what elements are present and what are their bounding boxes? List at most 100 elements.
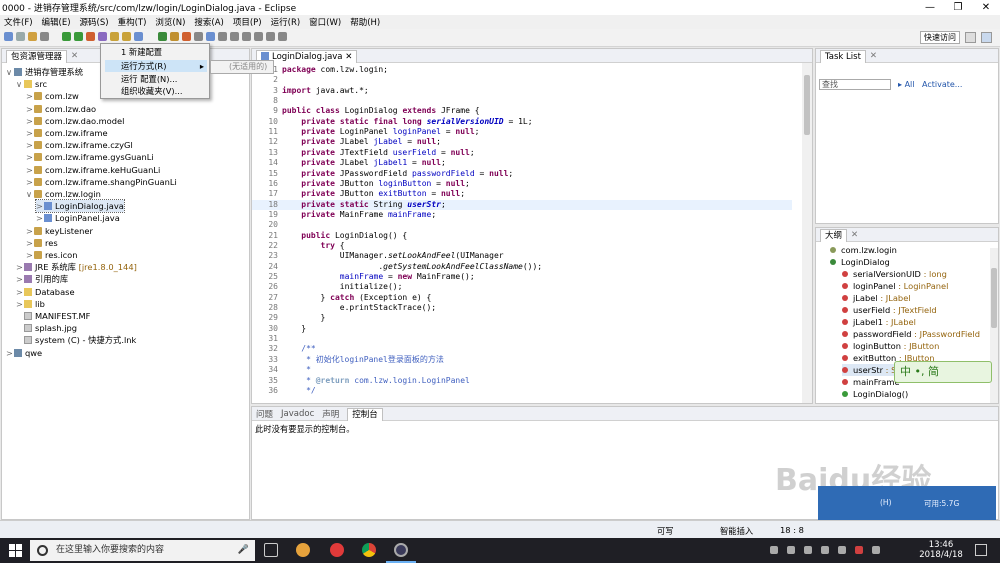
tree-item[interactable]: > com.lzw.dao.model [26, 115, 124, 127]
eclipse-icon[interactable] [394, 543, 408, 557]
expand-toggle-icon[interactable]: > [26, 127, 34, 139]
menu-item-new-config[interactable]: 1 新建配置 [105, 46, 207, 58]
toolbar-button-icon[interactable] [278, 32, 287, 41]
task-view-icon[interactable] [264, 543, 278, 557]
expand-toggle-icon[interactable]: > [26, 164, 34, 176]
outline-item[interactable]: serialVersionUID : long [842, 268, 947, 280]
all-link[interactable]: ▸ All [898, 80, 914, 89]
outline-item[interactable]: LoginDialog [830, 256, 890, 268]
outline-item[interactable]: LoginDialog() [842, 388, 908, 400]
editor-scrollbar[interactable] [802, 63, 812, 403]
tree-item[interactable]: ∨ com.lzw.login [26, 188, 101, 200]
tree-item[interactable]: > res.icon [26, 249, 78, 261]
clock[interactable]: 13:46 2018/4/18 [917, 540, 965, 560]
tab-package-explorer[interactable]: 包资源管理器 [6, 49, 68, 63]
tree-item[interactable]: > com.lzw.iframe [26, 127, 108, 139]
toolbar-button-icon[interactable] [170, 32, 179, 41]
quick-access-field[interactable]: 快速访问 [920, 31, 960, 44]
close-icon[interactable]: ✕ [71, 51, 78, 61]
toolbar-button-icon[interactable] [4, 32, 13, 41]
outline-item[interactable]: jLabel1 : JLabel [842, 316, 916, 328]
expand-toggle-icon[interactable]: > [6, 347, 14, 359]
menu-1[interactable]: 编辑(E) [42, 16, 71, 28]
outline-item[interactable]: passwordField : JPasswordField [842, 328, 980, 340]
outline-item[interactable]: jLabel : JLabel [842, 292, 911, 304]
tree-item[interactable]: > com.lzw.iframe.shangPinGuanLi [26, 176, 177, 188]
menu-item-run-config[interactable]: 运行 配置(N)... [105, 73, 207, 85]
expand-toggle-icon[interactable]: > [36, 212, 44, 224]
outline-item[interactable]: loginPanel : LoginPanel [842, 280, 948, 292]
toolbar-button-icon[interactable] [28, 32, 37, 41]
toolbar-button-icon[interactable] [242, 32, 251, 41]
tray-icon[interactable] [804, 546, 812, 554]
toolbar-button-icon[interactable] [62, 32, 71, 41]
tab-bottom-1[interactable]: Javadoc [281, 409, 314, 419]
toolbar-button-icon[interactable] [230, 32, 239, 41]
expand-toggle-icon[interactable]: ∨ [26, 188, 34, 200]
toolbar-button-icon[interactable] [218, 32, 227, 41]
menu-6[interactable]: 项目(P) [233, 16, 262, 28]
menu-7[interactable]: 运行(R) [271, 16, 301, 28]
menu-item-run-as[interactable]: 运行方式(R) ▸ [105, 60, 207, 72]
tree-item[interactable]: ∨ src [16, 78, 47, 90]
toolbar-button-icon[interactable] [98, 32, 107, 41]
tree-item[interactable]: ∨ 进销存管理系统 [6, 66, 83, 78]
tree-item[interactable]: > qwe [6, 347, 42, 359]
expand-toggle-icon[interactable]: > [16, 286, 24, 298]
tree-item[interactable]: > res [26, 237, 58, 249]
expand-toggle-icon[interactable]: > [36, 200, 44, 212]
tree-item[interactable]: > 引用的库 [16, 273, 68, 285]
toolbar-button-icon[interactable] [40, 32, 49, 41]
tree-item[interactable]: > com.lzw.iframe.gysGuanLi [26, 151, 154, 163]
toolbar-button-icon[interactable] [110, 32, 119, 41]
outline-item[interactable]: loginButton : JButton [842, 340, 939, 352]
outline-item[interactable]: userField : JTextField [842, 304, 937, 316]
tree-item[interactable]: > com.lzw [26, 90, 79, 102]
tab-bottom-0[interactable]: 问题 [256, 408, 273, 420]
tree-item[interactable]: > Database [16, 286, 75, 298]
close-icon[interactable]: ✕ [851, 230, 858, 240]
toolbar-button-icon[interactable] [86, 32, 95, 41]
tree-item[interactable]: > com.lzw.iframe.czyGl [26, 139, 133, 151]
expand-toggle-icon[interactable]: > [26, 176, 34, 188]
outline-item[interactable]: mainFrame [842, 376, 900, 388]
expand-toggle-icon[interactable]: ∨ [6, 66, 14, 78]
expand-toggle-icon[interactable]: > [26, 103, 34, 115]
tab-task-list[interactable]: Task List [820, 49, 866, 63]
toolbar-button-icon[interactable] [266, 32, 275, 41]
ime-toolbar[interactable]: 中 •, 简 [894, 361, 992, 383]
toolbar-button-icon[interactable] [134, 32, 143, 41]
menu-3[interactable]: 重构(T) [118, 16, 147, 28]
tree-item[interactable]: > LoginPanel.java [36, 212, 120, 224]
expand-toggle-icon[interactable]: > [26, 151, 34, 163]
tree-item[interactable]: MANIFEST.MF [16, 310, 90, 322]
restore-icon[interactable]: ❐ [944, 2, 972, 13]
activate-link[interactable]: Activate... [922, 80, 962, 89]
expand-toggle-icon[interactable]: > [26, 249, 34, 261]
tree-item[interactable]: > LoginDialog.java [35, 199, 125, 214]
tray-icon[interactable] [787, 546, 795, 554]
expand-toggle-icon[interactable]: > [26, 90, 34, 102]
menu-5[interactable]: 搜索(A) [194, 16, 223, 28]
expand-toggle-icon[interactable]: > [16, 298, 24, 310]
toolbar-button-icon[interactable] [254, 32, 263, 41]
tree-item[interactable]: > keyListener [26, 225, 93, 237]
toolbar-button-icon[interactable] [182, 32, 191, 41]
menu-item-organize-favorites[interactable]: 组织收藏夹(V)... [105, 85, 207, 97]
toolbar-button-icon[interactable] [206, 32, 215, 41]
windows-start-icon[interactable] [9, 544, 22, 557]
toolbar-button-icon[interactable] [74, 32, 83, 41]
tab-bottom-3[interactable]: 控制台 [347, 407, 383, 421]
expand-toggle-icon[interactable]: > [26, 115, 34, 127]
tree-item[interactable]: splash.jpg [16, 322, 77, 334]
minimize-icon[interactable]: — [916, 2, 944, 13]
expand-toggle-icon[interactable]: ∨ [16, 78, 24, 90]
close-icon[interactable]: ✕ [870, 51, 877, 61]
outline-item[interactable]: com.lzw.login [830, 244, 897, 256]
taskbar-search-input[interactable]: 在这里输入你要搜索的内容 🎤 [30, 540, 255, 561]
tab-bottom-2[interactable]: 声明 [322, 408, 339, 420]
toolbar-button-icon[interactable] [122, 32, 131, 41]
toolbar-button-icon[interactable] [16, 32, 25, 41]
expand-toggle-icon[interactable]: > [16, 261, 24, 273]
tree-item[interactable]: > JRE 系统库 [jre1.8.0_144] [16, 261, 137, 273]
